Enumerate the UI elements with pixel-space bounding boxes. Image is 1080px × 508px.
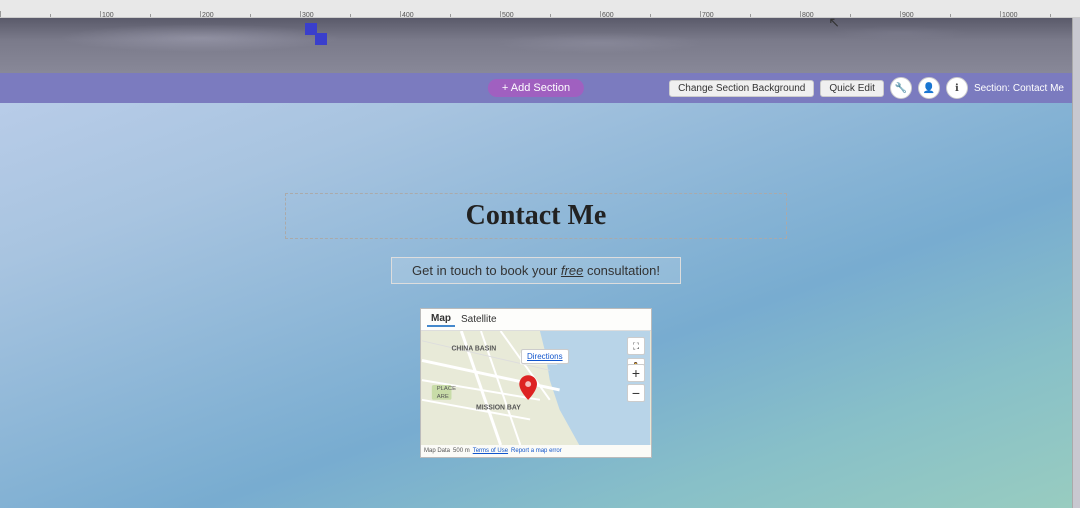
right-panel — [1072, 18, 1080, 508]
texture-overlay — [0, 18, 1080, 73]
subtitle-italic: free — [561, 263, 583, 278]
wrench-icon-button[interactable]: 🔧 — [890, 77, 912, 99]
contact-title: Contact Me — [466, 200, 607, 232]
main-content: Contact Me Get in touch to book your fre… — [0, 103, 1072, 508]
person-icon: 👤 — [923, 83, 935, 94]
change-background-button[interactable]: Change Section Background — [669, 80, 814, 97]
svg-text:MISSION BAY: MISSION BAY — [476, 405, 521, 412]
subtitle-suffix: consultation! — [583, 263, 660, 278]
svg-text:CHINA BASIN: CHINA BASIN — [451, 346, 496, 353]
map-container[interactable]: Map Satellite CHINA BASIN PLACE ARE MISS… — [420, 308, 652, 458]
logo-icon — [305, 23, 327, 45]
map-zoom-controls: + − — [627, 364, 645, 402]
add-section-button[interactable]: + Add Section — [488, 79, 584, 97]
top-image-area — [0, 18, 1080, 73]
map-scale-label: 500 m — [453, 448, 470, 454]
map-zoom-out-button[interactable]: − — [627, 384, 645, 402]
info-icon: ℹ — [955, 83, 959, 94]
map-report-link[interactable]: Report a map error — [511, 448, 562, 454]
quick-edit-button[interactable]: Quick Edit — [820, 80, 884, 97]
map-data-label: Map Data — [424, 448, 450, 454]
svg-text:ARE: ARE — [437, 394, 449, 400]
toolbar-bar: + Add Section Change Section Background … — [0, 73, 1072, 103]
map-tab-map[interactable]: Map — [427, 312, 455, 327]
wrench-icon: 🔧 — [895, 83, 907, 94]
map-footer: Map Data 500 m Terms of Use Report a map… — [421, 445, 651, 457]
ruler: 1002003004005006007008009001000 — [0, 0, 1080, 18]
map-terms-link[interactable]: Terms of Use — [473, 448, 508, 454]
map-toolbar: Map Satellite — [421, 309, 651, 331]
person-icon-button[interactable]: 👤 — [918, 77, 940, 99]
map-fullscreen-button[interactable]: ⛶ — [627, 337, 645, 355]
section-label: Section: Contact Me — [974, 83, 1064, 94]
svg-text:PLACE: PLACE — [437, 386, 456, 392]
ruler-marks: 1002003004005006007008009001000 — [0, 0, 1080, 17]
map-tab-satellite[interactable]: Satellite — [457, 313, 501, 326]
subtitle-text: Get in touch to book your free consultat… — [412, 263, 660, 278]
directions-link[interactable]: Directions — [527, 352, 563, 361]
subtitle-prefix: Get in touch to book your — [412, 263, 561, 278]
map-zoom-in-button[interactable]: + — [627, 364, 645, 382]
contact-title-box[interactable]: Contact Me — [285, 193, 788, 239]
map-directions-popup: Directions — [521, 349, 569, 364]
info-icon-button[interactable]: ℹ — [946, 77, 968, 99]
subtitle-box[interactable]: Get in touch to book your free consultat… — [391, 257, 681, 284]
